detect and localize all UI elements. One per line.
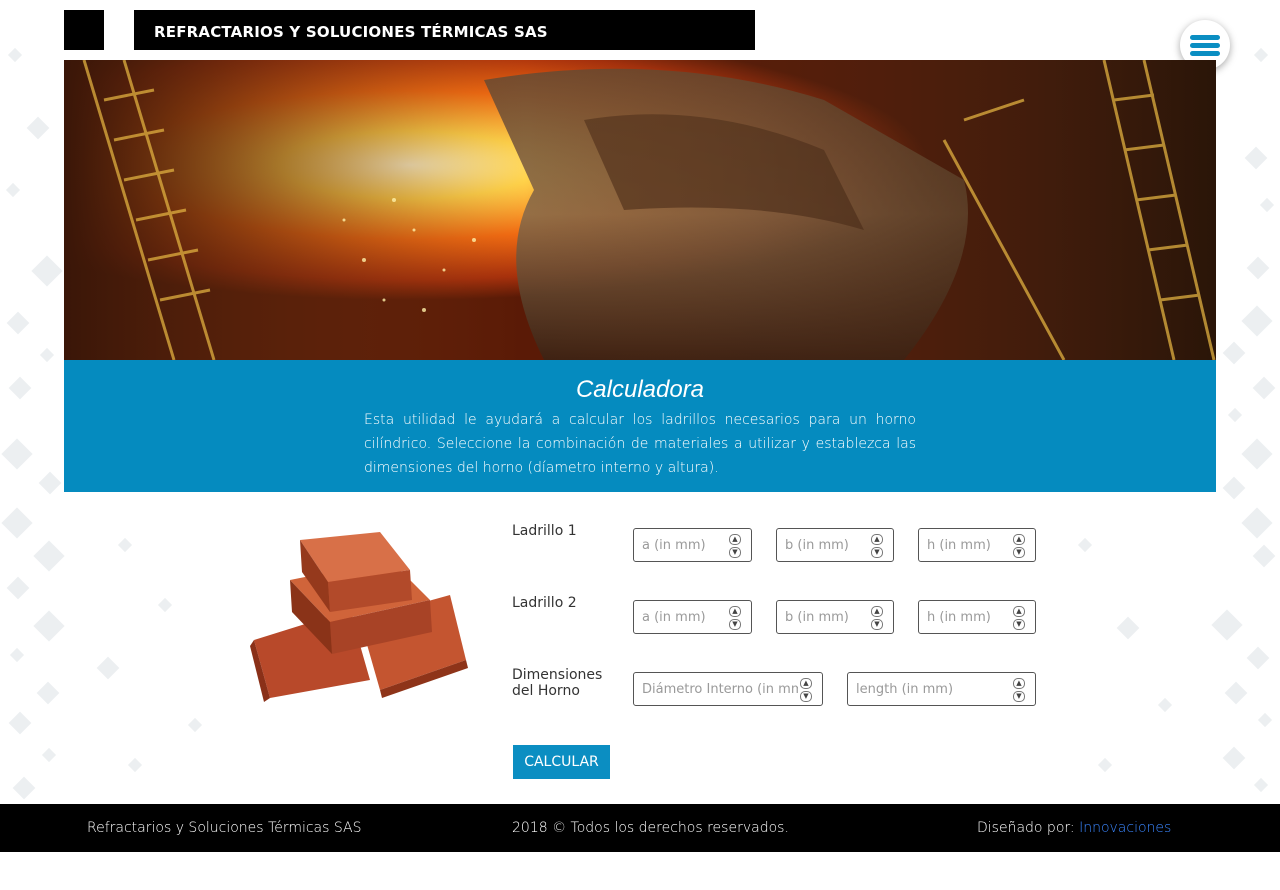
bricks-image [240, 520, 480, 710]
furnace-dimensions-label-line1: Dimensiones [512, 667, 603, 683]
number-spinner-icon[interactable]: ▲ ▼ [871, 606, 883, 630]
brick-2-h-field[interactable] [927, 601, 1011, 633]
brick-1-label: Ladrillo 1 [512, 523, 577, 539]
brick-1-b-field[interactable] [785, 529, 869, 561]
brick-2-h-input[interactable]: ▲▼ [918, 600, 1036, 634]
length-input[interactable]: ▲▼ [847, 672, 1036, 706]
brick-2-a-field[interactable] [642, 601, 727, 633]
calculator-title: Calculadora [575, 376, 705, 403]
number-spinner-icon[interactable]: ▲ ▼ [1013, 678, 1025, 702]
footer: Refractarios y Soluciones Térmicas SAS 2… [0, 804, 1280, 852]
number-spinner-icon[interactable]: ▲ ▼ [1013, 534, 1025, 558]
internal-diameter-field[interactable] [642, 673, 798, 705]
calculator-banner: Calculadora Esta utilidad le ayudará a c… [64, 360, 1216, 492]
brick-1-a-input[interactable]: ▲▼ [633, 528, 752, 562]
number-spinner-icon[interactable]: ▲ ▼ [800, 678, 812, 702]
number-spinner-icon[interactable]: ▲ ▼ [1013, 606, 1025, 630]
number-spinner-icon[interactable]: ▲ ▼ [729, 534, 741, 558]
calculator-description: Esta utilidad le ayudará a calcular los … [364, 412, 916, 476]
footer-designed-by: Diseñado por: [977, 820, 1080, 836]
designer-link[interactable]: Innovaciones [1079, 820, 1171, 836]
footer-credit: Diseñado por: Innovaciones [977, 820, 1171, 836]
brick-1-h-field[interactable] [927, 529, 1011, 561]
brick-1-h-input[interactable]: ▲▼ [918, 528, 1036, 562]
internal-diameter-input[interactable]: ▲▼ [633, 672, 823, 706]
brick-2-b-field[interactable] [785, 601, 869, 633]
length-field[interactable] [856, 673, 1011, 705]
calculate-button[interactable]: CALCULAR [513, 745, 610, 779]
brick-2-a-input[interactable]: ▲▼ [633, 600, 752, 634]
company-title: REFRACTARIOS Y SOLUCIONES TÉRMICAS SAS [134, 10, 755, 50]
hero-image-foundry [64, 60, 1216, 360]
footer-company: Refractarios y Soluciones Térmicas SAS [87, 820, 362, 836]
brick-1-a-field[interactable] [642, 529, 727, 561]
furnace-dimensions-label: Dimensiones del Horno [512, 667, 602, 699]
number-spinner-icon[interactable]: ▲ ▼ [729, 606, 741, 630]
number-spinner-icon[interactable]: ▲ ▼ [871, 534, 883, 558]
brick-1-b-input[interactable]: ▲▼ [776, 528, 894, 562]
brick-2-b-input[interactable]: ▲▼ [776, 600, 894, 634]
footer-copyright: 2018 © Todos los derechos reservados. [512, 820, 789, 836]
furnace-dimensions-label-line2: del Horno [512, 683, 580, 699]
company-logo[interactable] [64, 10, 104, 50]
brick-2-label: Ladrillo 2 [512, 595, 577, 611]
